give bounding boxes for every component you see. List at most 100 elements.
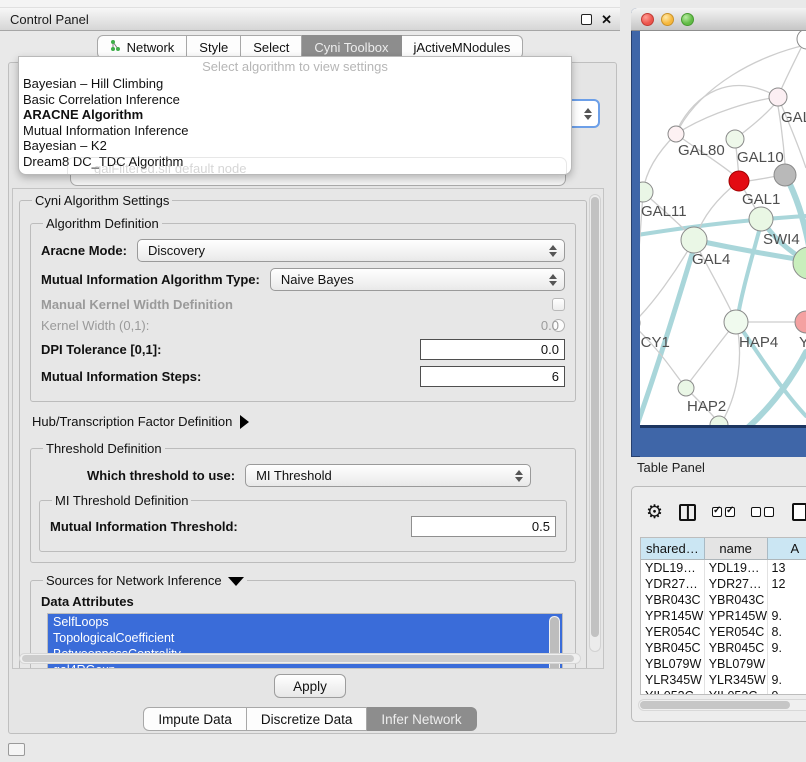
table-cell: 9. xyxy=(768,672,806,688)
attribute-item-topologicalcoefficient[interactable]: TopologicalCoefficient xyxy=(48,630,562,646)
manual-kernel-row: Manual Kernel Width Definition xyxy=(41,297,565,312)
table-header-row: shared…nameA xyxy=(641,538,806,560)
settings-gear-icon[interactable]: ⚙ xyxy=(646,503,663,522)
network-node[interactable] xyxy=(795,311,806,333)
network-canvas[interactable]: GALGAL80GAL10GAL1GAL11SWI4GAL4HAP4YGCY1H… xyxy=(640,31,806,425)
table-row[interactable]: YBR045CYBR045C9. xyxy=(641,640,806,656)
algorithm-option-bayesian-hill-climbing[interactable]: Bayesian – Hill Climbing xyxy=(19,76,571,92)
tab-label: Style xyxy=(199,40,228,55)
network-node[interactable] xyxy=(681,227,707,253)
apply-button[interactable]: Apply xyxy=(274,674,346,698)
bottom-tab-discretize-data[interactable]: Discretize Data xyxy=(247,707,368,731)
manual-kernel-checkbox[interactable] xyxy=(552,298,565,311)
mi-type-row: Mutual Information Algorithm Type: Naive… xyxy=(41,268,565,291)
mi-steps-input[interactable]: 6 xyxy=(420,366,565,387)
zoom-traffic-light-icon[interactable] xyxy=(681,13,694,26)
algorithm-option-basic-correlation-inference[interactable]: Basic Correlation Inference xyxy=(19,92,571,108)
column-header-shared[interactable]: shared… xyxy=(641,538,705,559)
sources-title[interactable]: Sources for Network Inference xyxy=(43,573,247,588)
network-node[interactable] xyxy=(749,207,773,231)
network-window-titlebar[interactable] xyxy=(631,8,806,31)
mi-threshold-input[interactable]: 0.5 xyxy=(411,516,556,537)
bottom-tab-impute-data[interactable]: Impute Data xyxy=(143,707,247,731)
network-node[interactable] xyxy=(729,171,749,191)
table-toolbar: ⚙ xyxy=(632,495,806,529)
bottom-tab-infer-network[interactable]: Infer Network xyxy=(367,707,476,731)
network-node[interactable] xyxy=(668,126,684,142)
algorithm-option-bayesian-k2[interactable]: Bayesian – K2 xyxy=(19,138,571,154)
settings-panel: Cyni Algorithm Settings Algorithm Defini… xyxy=(12,188,604,669)
table-row[interactable]: YPR145WYPR145W9. xyxy=(641,608,806,624)
mi-type-value: Naive Bayes xyxy=(281,272,546,287)
table-cell: 12 xyxy=(768,576,806,592)
network-labels: GALGAL80GAL10GAL1GAL11SWI4GAL4HAP4YGCY1H… xyxy=(640,109,806,415)
column-header-name[interactable]: name xyxy=(705,538,768,559)
table-row[interactable]: YBL079WYBL079W xyxy=(641,656,806,672)
dpi-tolerance-input[interactable]: 0.0 xyxy=(420,339,565,360)
split-columns-icon[interactable] xyxy=(679,504,696,521)
mi-steps-row: Mutual Information Steps: 6 xyxy=(41,366,565,387)
table-row[interactable]: YLR345WYLR345W9. xyxy=(641,672,806,688)
settings-horizontal-scrollbar[interactable] xyxy=(19,653,581,664)
which-threshold-row: Which threshold to use: MI Threshold xyxy=(41,464,565,487)
which-threshold-select[interactable]: MI Threshold xyxy=(245,464,531,487)
close-icon[interactable]: ✕ xyxy=(601,12,612,28)
mi-type-select[interactable]: Naive Bayes xyxy=(270,268,565,291)
table-cell: YBR043C xyxy=(705,592,768,608)
node-label-gal80: GAL80 xyxy=(678,142,725,159)
threshold-definition-title: Threshold Definition xyxy=(43,441,165,456)
tab-label: jActiveMNodules xyxy=(414,40,511,55)
combo-stepper-icon xyxy=(581,108,595,120)
network-node[interactable] xyxy=(710,416,728,425)
network-node[interactable] xyxy=(678,380,694,396)
network-node[interactable] xyxy=(726,130,744,148)
minimize-traffic-light-icon[interactable] xyxy=(661,13,674,26)
network-node[interactable] xyxy=(774,164,796,186)
table-cell: YER054C xyxy=(705,624,768,640)
table-horizontal-scrollbar[interactable] xyxy=(638,699,806,711)
algorithm-definition-group: Algorithm Definition Aracne Mode: Discov… xyxy=(30,216,576,402)
which-threshold-label: Which threshold to use: xyxy=(87,468,235,483)
kernel-width-input[interactable]: 0.0 xyxy=(552,319,565,332)
table-cell: YDL19… xyxy=(705,560,768,576)
mi-threshold-row: Mutual Information Threshold: 0.5 xyxy=(50,516,556,537)
table-cell: YBR045C xyxy=(641,640,705,656)
network-nodes[interactable] xyxy=(640,31,806,425)
algorithm-option-mutual-information-inference[interactable]: Mutual Information Inference xyxy=(19,123,571,139)
data-attributes-label: Data Attributes xyxy=(41,594,567,609)
table-row[interactable]: YBR043CYBR043C xyxy=(641,592,806,608)
minimized-panel-icon[interactable] xyxy=(8,743,25,756)
attribute-item-selfloops[interactable]: SelfLoops xyxy=(48,614,562,630)
float-window-icon[interactable] xyxy=(581,14,592,25)
table-cell: YIL052C xyxy=(641,688,705,695)
control-panel-titlebar: Control Panel ✕ xyxy=(0,8,620,31)
table-cell: YPR145W xyxy=(705,608,768,624)
document-icon[interactable] xyxy=(792,503,806,521)
aracne-mode-select[interactable]: Discovery xyxy=(137,239,565,262)
node-label-hap2: HAP2 xyxy=(687,398,726,415)
table-row[interactable]: YER054CYER054C8. xyxy=(641,624,806,640)
hub-definition-expander[interactable]: Hub/Transcription Factor Definition xyxy=(32,414,574,429)
table-row[interactable]: YDR27…YDR27…12 xyxy=(641,576,806,592)
table-cell: YBL079W xyxy=(641,656,705,672)
select-all-checkboxes-icon[interactable] xyxy=(712,507,735,517)
network-graph[interactable]: GALGAL80GAL10GAL1GAL11SWI4GAL4HAP4YGCY1H… xyxy=(640,31,806,425)
settings-vertical-scrollbar[interactable] xyxy=(589,194,601,652)
network-node[interactable] xyxy=(724,310,748,334)
table-row[interactable]: YDL19…YDL19…13 xyxy=(641,560,806,576)
close-traffic-light-icon[interactable] xyxy=(641,13,654,26)
deselect-all-checkboxes-icon[interactable] xyxy=(751,507,774,517)
table-row[interactable]: YIL052CYIL052C9 xyxy=(641,688,806,695)
table-body: YDL19…YDL19…13YDR27…YDR27…12YBR043CYBR04… xyxy=(641,560,806,695)
ghost-network-combo: galFiltered.sif default node xyxy=(67,157,567,175)
table-cell: YDR27… xyxy=(705,576,768,592)
algorithm-option-aracne-algorithm[interactable]: ARACNE Algorithm xyxy=(19,107,571,123)
cyni-algorithm-settings-group: Cyni Algorithm Settings Algorithm Defini… xyxy=(19,193,587,669)
algorithm-dropdown-popup: Select algorithm to view settings Bayesi… xyxy=(18,56,572,175)
table-cell: YBR045C xyxy=(705,640,768,656)
node-label-gcy1: GCY1 xyxy=(640,334,670,351)
column-header-a[interactable]: A xyxy=(768,538,806,559)
network-node[interactable] xyxy=(769,88,787,106)
aracne-mode-row: Aracne Mode: Discovery xyxy=(41,239,565,262)
table-cell: YIL052C xyxy=(705,688,768,695)
